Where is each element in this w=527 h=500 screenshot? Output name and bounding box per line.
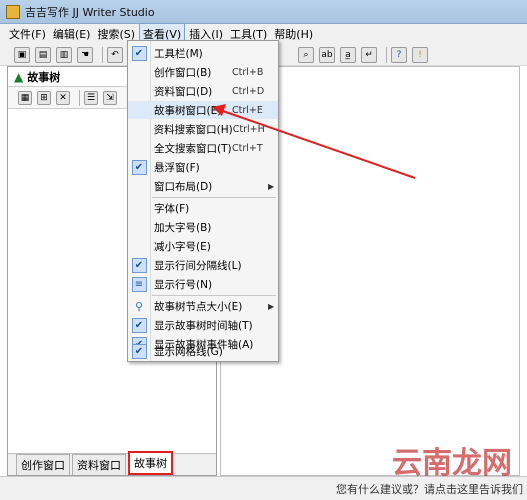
window-title: 吉吉写作 JJ Writer Studio — [25, 5, 155, 19]
line-numbers-icon: ≡ — [131, 276, 147, 292]
tree-icon: ▲ — [14, 69, 24, 84]
menu-item-window-layout[interactable]: 窗口布局(D) ▶ — [128, 177, 278, 195]
menu-edit[interactable]: 编辑(E) — [50, 24, 94, 44]
export-icon[interactable]: ⇲ — [103, 90, 117, 105]
menu-file[interactable]: 文件(F) — [6, 24, 49, 44]
submenu-arrow-icon: ▶ — [268, 181, 275, 191]
node-tree-icon[interactable]: ⊞ — [37, 90, 51, 105]
tip-icon[interactable]: ! — [412, 46, 428, 63]
properties-icon[interactable]: ☰ — [84, 90, 98, 105]
menu-item-decrease-font[interactable]: 减小字号(E) — [128, 237, 278, 255]
toolbar-separator — [102, 46, 103, 63]
toolbar-separator — [386, 46, 387, 63]
menu-item-fulltext-search[interactable]: 全文搜索窗口(T) Ctrl+T — [128, 139, 278, 157]
hand-icon[interactable]: ☚ — [77, 46, 93, 63]
save-all-icon[interactable]: ▤ — [35, 46, 51, 63]
checkmark-icon: ✔ — [131, 159, 147, 175]
submenu-arrow-icon: ▶ — [268, 301, 275, 311]
help-icon[interactable]: ? — [391, 46, 407, 63]
save-icon[interactable]: ▣ — [14, 46, 30, 63]
panel-title: 故事树 — [27, 70, 61, 84]
tab-writing-window[interactable]: 创作窗口 — [16, 454, 70, 475]
menu-separator — [152, 197, 276, 198]
menu-item-material-search[interactable]: 资料搜索窗口(H) Ctrl+H — [128, 120, 278, 138]
tab-material-window[interactable]: 资料窗口 — [72, 454, 126, 475]
menu-item-node-size[interactable]: ⚲ 故事树节点大小(E) ▶ — [128, 297, 278, 315]
image-icon[interactable]: ▦ — [18, 90, 32, 105]
menu-item-writing-window[interactable]: 创作窗口(B) Ctrl+B — [128, 63, 278, 81]
bottom-tab-bar: 创作窗口 资料窗口 故事树 — [8, 451, 216, 475]
watermark-text: 云南龙网 — [392, 446, 512, 481]
menu-item-timeline[interactable]: ✔ 显示故事树时间轴(T) — [128, 316, 278, 334]
menu-item-increase-font[interactable]: 加大字号(B) — [128, 218, 278, 236]
wrap-icon[interactable]: ↵ — [361, 46, 377, 63]
checkmark-icon: ✔ — [131, 343, 147, 359]
menu-item-line-numbers[interactable]: ≡ 显示行号(N) — [128, 275, 278, 293]
menu-item-grid-lines[interactable]: ✔ 显示网格线(G) — [128, 342, 278, 360]
print-icon[interactable]: ▥ — [56, 46, 72, 63]
delete-node-icon[interactable]: ✕ — [56, 90, 70, 105]
menu-item-material-window[interactable]: 资料窗口(D) Ctrl+D — [128, 82, 278, 100]
replace-icon[interactable]: ab — [319, 46, 335, 63]
tab-story-tree[interactable]: 故事树 — [128, 451, 173, 475]
menu-item-toolbar[interactable]: ✔ 工具栏(M) — [128, 44, 278, 62]
title-bar: 吉吉写作 JJ Writer Studio — [0, 0, 527, 24]
menu-separator — [152, 295, 276, 296]
undo-icon[interactable]: ↶ — [107, 46, 123, 63]
menu-item-line-separator[interactable]: ✔ 显示行间分隔线(L) — [128, 256, 278, 274]
menu-item-floating-window[interactable]: ✔ 悬浮窗(F) — [128, 158, 278, 176]
menu-item-story-tree-window[interactable]: 故事树窗口(E) Ctrl+E — [128, 101, 278, 119]
app-icon — [6, 4, 20, 19]
checkmark-icon: ✔ — [131, 317, 147, 333]
toolbar-separator — [79, 89, 80, 106]
checkmark-icon: ✔ — [131, 257, 147, 273]
view-menu-dropdown: ✔ 工具栏(M) 创作窗口(B) Ctrl+B 资料窗口(D) Ctrl+D 故… — [127, 40, 279, 362]
menu-item-font[interactable]: 字体(F) — [128, 199, 278, 217]
checkmark-icon: ✔ — [131, 45, 147, 61]
spell-icon[interactable]: a̲ — [340, 46, 356, 63]
node-size-icon: ⚲ — [134, 299, 144, 313]
find-icon[interactable]: ⌕ — [298, 46, 314, 63]
status-feedback-link[interactable]: 您有什么建议或？请点击这里告诉我们 — [336, 481, 523, 497]
